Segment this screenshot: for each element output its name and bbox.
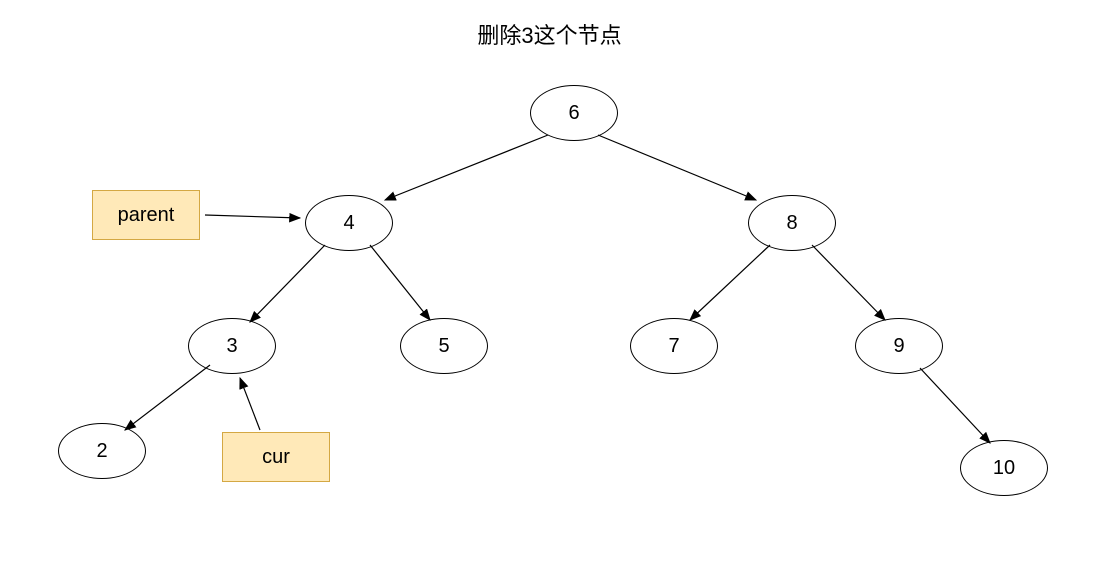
parent-label: parent [92,190,200,240]
tree-node-9: 9 [855,318,943,374]
tree-node-4: 4 [305,195,393,251]
diagram-edges [0,0,1099,562]
node-value: 8 [786,212,797,235]
label-text: cur [262,446,290,469]
node-value: 5 [438,335,449,358]
tree-node-6: 6 [530,85,618,141]
cur-label: cur [222,432,330,482]
tree-node-8: 8 [748,195,836,251]
node-value: 4 [343,212,354,235]
tree-node-7: 7 [630,318,718,374]
node-value: 6 [568,102,579,125]
node-value: 3 [226,335,237,358]
tree-node-3: 3 [188,318,276,374]
tree-node-5: 5 [400,318,488,374]
node-value: 2 [96,440,107,463]
label-text: parent [118,204,175,227]
node-value: 9 [893,335,904,358]
tree-node-10: 10 [960,440,1048,496]
node-value: 7 [668,335,679,358]
node-value: 10 [993,457,1015,480]
diagram-title: 删除3这个节点 [477,18,621,50]
tree-node-2: 2 [58,423,146,479]
